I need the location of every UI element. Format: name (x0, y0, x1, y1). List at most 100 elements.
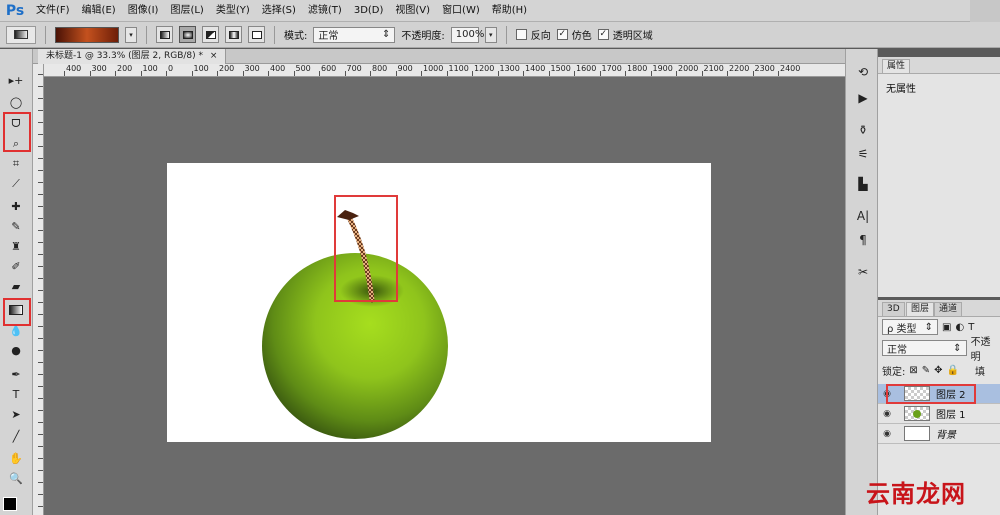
tab-channels[interactable]: 通道 (934, 302, 963, 316)
radial-gradient-button[interactable] (179, 26, 196, 43)
menu-layer[interactable]: 图层(L) (164, 0, 209, 22)
ruler-tick (38, 278, 43, 279)
ruler-tick (38, 254, 43, 255)
layer-row-background[interactable]: ◉ 背景 (878, 424, 1000, 444)
window-controls[interactable] (970, 0, 1000, 22)
adjustments-panel-icon[interactable]: ⚱ (853, 121, 873, 139)
eyedropper-tool-icon[interactable]: ⟋ (5, 175, 27, 193)
filter-adjust-icon[interactable]: ◐ (955, 322, 964, 333)
menu-window[interactable]: 窗口(W) (436, 0, 486, 22)
ruler-tick (38, 350, 43, 351)
eraser-tool-icon[interactable]: ▰ (5, 277, 27, 295)
brush-tool-icon[interactable]: ✎ (5, 217, 27, 235)
document-tab[interactable]: 未标题-1 @ 33.3% (图层 2, RGB/8) * × (38, 49, 227, 64)
ruler-label: 1400 (525, 64, 546, 73)
ruler-tick (38, 266, 43, 267)
reverse-checkbox[interactable] (515, 29, 527, 40)
layer-filter-select[interactable]: ρ 类型 ⇕ (882, 319, 938, 335)
lock-position-icon[interactable]: ✥ (934, 365, 942, 376)
reflected-gradient-button[interactable] (225, 26, 242, 43)
ruler-tick (38, 410, 43, 411)
menu-type[interactable]: 类型(Y) (210, 0, 256, 22)
lock-paint-icon[interactable]: ✎ (922, 365, 930, 376)
ruler-label: 2400 (780, 64, 801, 73)
paragraph-panel-icon[interactable]: ¶ (853, 231, 873, 249)
transparency-checkbox[interactable]: ✓ (597, 29, 609, 40)
menu-image[interactable]: 图像(I) (122, 0, 165, 22)
visibility-eye-icon[interactable]: ◉ (878, 389, 896, 399)
ruler-tick (38, 146, 43, 147)
lock-all-icon[interactable]: 🔒 (947, 365, 959, 376)
layer-comps-panel-icon[interactable]: ▙ (853, 175, 873, 193)
lock-transparent-icon[interactable]: ⊠ (909, 365, 917, 376)
brush-presets-panel-icon[interactable]: ⚟ (853, 145, 873, 163)
zoom-tool-icon[interactable]: 🔍 (5, 469, 27, 487)
line-tool-icon[interactable]: ╱ (5, 427, 27, 445)
ruler-tick (625, 71, 626, 76)
transparency-label: 透明区域 (612, 31, 653, 42)
crop-tool-icon[interactable]: ⌗ (5, 155, 27, 173)
menu-file[interactable]: 文件(F) (30, 0, 76, 22)
foreground-color-swatch[interactable] (3, 497, 17, 511)
ruler-tick (38, 242, 43, 243)
stem-tip (337, 210, 359, 220)
separator (146, 25, 147, 44)
marquee-tool-icon[interactable]: ◯ (5, 93, 27, 111)
hand-tool-icon[interactable]: ✋ (5, 449, 27, 467)
blend-mode-select[interactable]: 正常 ⇕ (882, 340, 967, 356)
mode-select[interactable]: 正常 ⇕ (313, 26, 396, 43)
visibility-eye-icon[interactable]: ◉ (878, 429, 896, 439)
ruler-tick (217, 71, 218, 76)
filter-pixel-icon[interactable]: ▣ (942, 322, 951, 333)
dodge-tool-icon[interactable]: ● (5, 341, 27, 359)
menu-filter[interactable]: 滤镜(T) (302, 0, 348, 22)
tool-preset-picker[interactable] (6, 25, 36, 44)
layer-thumbnail (904, 386, 930, 401)
pen-tool-icon[interactable]: ✒ (5, 365, 27, 383)
photoshop-logo: Ps (5, 2, 25, 19)
opacity-input[interactable]: 100% (450, 26, 484, 43)
gradient-editor-swatch[interactable] (55, 26, 119, 43)
ruler-tick (38, 494, 43, 495)
gradient-picker-dropdown[interactable]: ▾ (125, 26, 137, 43)
linear-gradient-button[interactable] (156, 26, 173, 43)
ruler-label: 0 (168, 64, 174, 73)
ruler-tick (38, 506, 43, 507)
ruler-label: 300 (91, 64, 107, 73)
menu-view[interactable]: 视图(V) (389, 0, 436, 22)
history-panel-icon[interactable]: ⟲ (853, 63, 873, 81)
dither-checkbox[interactable]: ✓ (556, 29, 568, 40)
layer-row-1[interactable]: ◉ 图层 1 (878, 404, 1000, 424)
move-tool-icon[interactable]: ▸+ (5, 71, 27, 89)
history-brush-tool-icon[interactable]: ✐ (5, 257, 27, 275)
path-selection-tool-icon[interactable]: ➤ (5, 405, 27, 423)
menu-help[interactable]: 帮助(H) (486, 0, 533, 22)
tools-panel-icon[interactable]: ✂ (853, 263, 873, 281)
color-swatches[interactable] (3, 497, 29, 515)
ruler-tick (38, 98, 43, 99)
layer-row-2[interactable]: ◉ 图层 2 (878, 384, 1000, 404)
tab-layers[interactable]: 图层 (906, 302, 935, 316)
ruler-label: 900 (397, 64, 413, 73)
menu-edit[interactable]: 编辑(E) (76, 0, 122, 22)
ruler-label: 1300 (499, 64, 520, 73)
menu-3d[interactable]: 3D(D) (348, 0, 390, 22)
filter-type-icon[interactable]: T (968, 322, 974, 333)
visibility-eye-icon[interactable]: ◉ (878, 409, 896, 419)
actions-panel-icon[interactable]: ▶ (853, 89, 873, 107)
clone-stamp-tool-icon[interactable]: ♜ (5, 237, 27, 255)
lock-label: 锁定: (882, 366, 906, 378)
diamond-gradient-button[interactable] (248, 26, 265, 43)
opacity-dropdown[interactable]: ▾ (484, 26, 497, 43)
document-canvas[interactable] (167, 163, 711, 442)
type-tool-icon[interactable]: T (5, 385, 27, 403)
healing-brush-tool-icon[interactable]: ✚ (5, 197, 27, 215)
properties-tab[interactable]: 属性 (882, 59, 911, 73)
tab-3d[interactable]: 3D (882, 302, 905, 316)
ruler-label: 2100 (703, 64, 724, 73)
angle-gradient-button[interactable] (202, 26, 219, 43)
ruler-tick (293, 71, 295, 76)
close-tab-icon[interactable]: × (210, 51, 218, 61)
character-panel-icon[interactable]: A| (853, 207, 873, 225)
menu-select[interactable]: 选择(S) (256, 0, 302, 22)
